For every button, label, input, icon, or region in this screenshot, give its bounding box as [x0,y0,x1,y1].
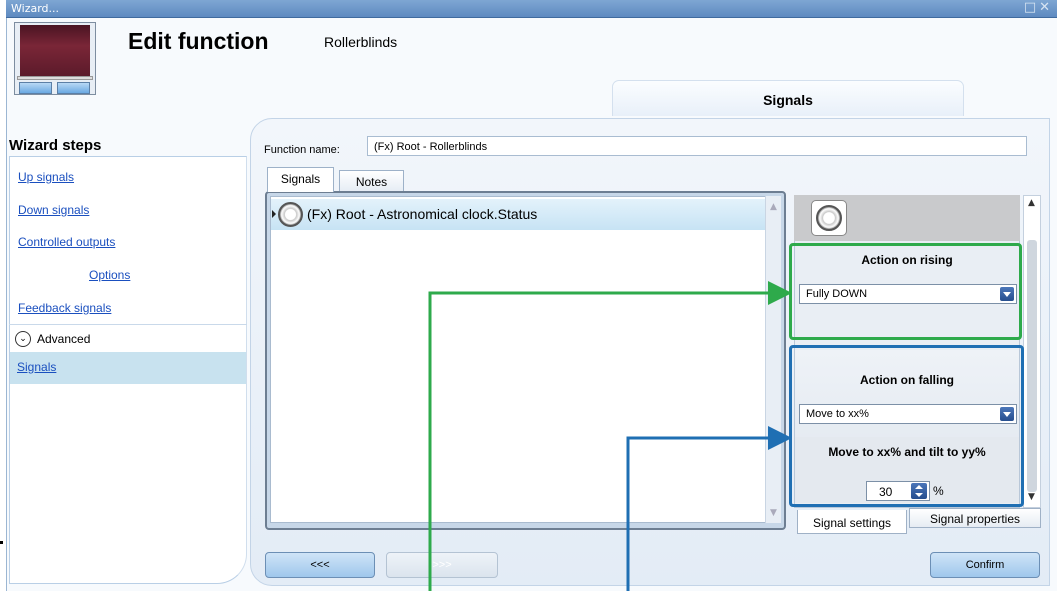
scroll-down-icon[interactable]: ▼ [770,508,777,518]
list-scrollbar[interactable]: ▲ ▼ [765,196,781,523]
function-name-label: Function name: [264,144,340,156]
signal-list[interactable]: (Fx) Root - Astronomical clock.Status [270,196,766,523]
tab-signals-header[interactable]: Signals [612,80,964,116]
tab-signals[interactable]: Signals [267,167,334,192]
rollerblind-thumbnail [14,22,96,95]
window-controls[interactable]: □✕ [1024,0,1053,15]
falling-highlight [789,345,1024,507]
rising-highlight [789,243,1022,340]
advanced-label: Advanced [37,332,91,346]
previous-button[interactable]: <<< [265,552,375,578]
astronomical-clock-icon [278,202,303,227]
signal-name: (Fx) Root - Astronomical clock.Status [307,206,538,222]
step-feedback-signals[interactable]: Feedback signals [18,301,111,315]
wizard-steps-title: Wizard steps [9,137,102,154]
scroll-thumb[interactable] [1027,240,1037,492]
stray-dot [0,541,3,544]
step-controlled-outputs[interactable]: Controlled outputs [18,235,115,249]
tab-notes[interactable]: Notes [339,170,404,192]
function-type: Rollerblinds [324,34,398,50]
settings-scrollbar[interactable]: ▲ ▼ [1023,195,1041,508]
tab-signal-properties[interactable]: Signal properties [909,508,1041,528]
chevron-down-icon: ⌄ [15,331,31,347]
page-title: Edit function [128,28,269,54]
tab-signal-settings[interactable]: Signal settings [797,510,907,534]
title-bar: Wizard... □✕ [6,0,1057,18]
scroll-up-icon[interactable]: ▲ [1028,198,1035,208]
scroll-down-icon[interactable]: ▼ [1028,492,1035,502]
next-button[interactable]: >>> [386,552,498,578]
scroll-up-icon[interactable]: ▲ [770,202,777,212]
list-item[interactable]: (Fx) Root - Astronomical clock.Status [271,199,765,230]
function-name-input[interactable]: (Fx) Root - Rollerblinds [367,136,1027,156]
advanced-toggle[interactable]: ⌄ Advanced [9,328,247,352]
window-title: Wizard... [11,2,60,15]
step-down-signals[interactable]: Down signals [18,203,89,217]
expand-arrow-icon[interactable] [272,210,276,218]
blind-icon [20,25,90,77]
astronomical-clock-icon [816,205,842,231]
step-up-signals[interactable]: Up signals [18,170,74,184]
signal-icon [811,200,847,236]
step-signals[interactable]: Signals [10,352,246,384]
step-options[interactable]: Options [89,268,130,282]
confirm-button[interactable]: Confirm [930,552,1040,578]
